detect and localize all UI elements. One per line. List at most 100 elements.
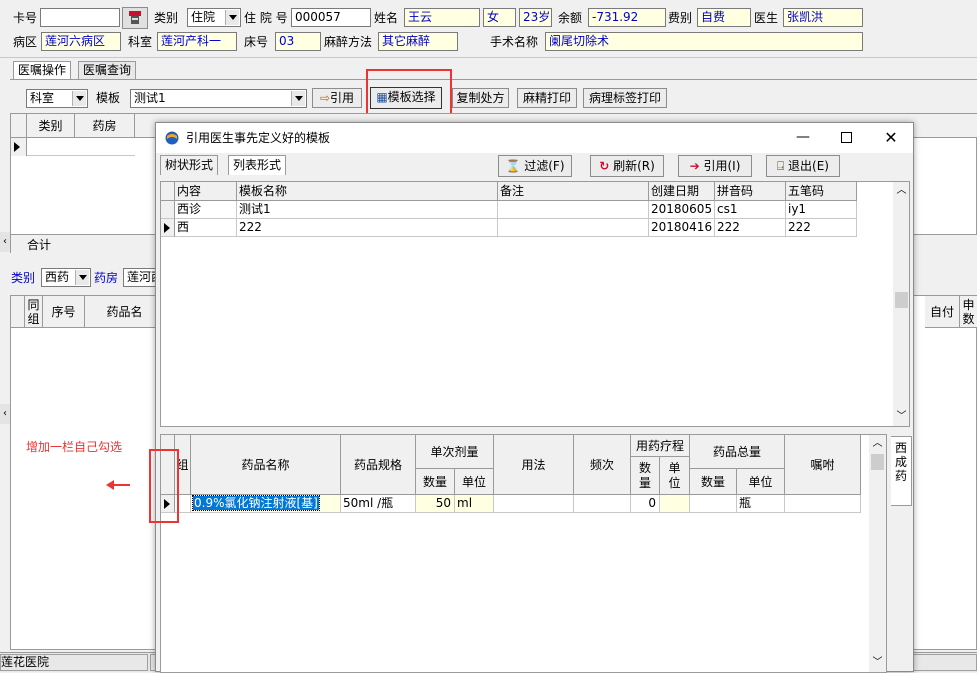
lower-type-value: 西药 xyxy=(45,270,70,284)
drug-header-frequency: 频次 xyxy=(574,435,631,495)
table-row-marker xyxy=(161,219,175,237)
upper-grid-header: 药房 xyxy=(75,114,135,138)
splitter-left[interactable]: ‹ xyxy=(0,232,10,252)
cite-button[interactable]: ⇨引用 xyxy=(312,88,362,108)
total-qty-cell[interactable] xyxy=(690,495,737,513)
table-row[interactable]: 20180605 xyxy=(649,201,715,219)
note-cell[interactable] xyxy=(785,495,861,513)
fee-field: 自费 xyxy=(697,8,751,27)
chevron-down-icon: ﹀ xyxy=(896,411,907,422)
course-unit-cell[interactable] xyxy=(660,495,690,513)
dose-qty-cell[interactable]: 50 xyxy=(416,495,455,513)
drug-header-course-unit: 单位 xyxy=(660,457,690,495)
chevron-down-icon: ﹀ xyxy=(872,657,883,668)
balance-label: 余额 xyxy=(558,11,583,25)
card-label: 卡号 xyxy=(13,11,38,25)
pathology-label-print-button[interactable]: 病理标签打印 xyxy=(583,88,667,108)
lower-grid-header-group: 同组 xyxy=(25,296,43,328)
copy-prescription-button[interactable]: 复制处方 xyxy=(452,88,509,108)
highlight-box xyxy=(366,69,452,116)
drug-header-usage: 用法 xyxy=(494,435,574,495)
table-row[interactable]: 测试1 xyxy=(237,201,498,219)
maximize-button[interactable] xyxy=(825,123,869,153)
table-row[interactable]: 西诊 xyxy=(175,201,237,219)
scope-select[interactable]: 科室 xyxy=(26,89,88,108)
type-label: 类别 xyxy=(154,11,179,25)
chevron-down-icon xyxy=(291,91,305,106)
drug-list-scrollbar[interactable]: ︿ ﹀ xyxy=(869,435,886,672)
lower-grid-header-self-pay: 自付 xyxy=(925,296,960,328)
drug-name-cell[interactable]: 0.9%氯化钠注射液[基] xyxy=(191,495,341,513)
drug-header-total-qty: 数量 xyxy=(690,469,737,495)
drug-spec-cell[interactable]: 50ml /瓶 xyxy=(341,495,416,513)
app-icon xyxy=(165,131,179,145)
balance-field: -731.92 xyxy=(588,8,666,27)
ward-label: 病区 xyxy=(13,35,38,49)
template-label: 模板 xyxy=(96,91,121,105)
tab-strip-line xyxy=(10,79,977,80)
anesthesia-print-button[interactable]: 麻精打印 xyxy=(517,88,577,108)
table-row[interactable]: 222 xyxy=(786,219,857,237)
close-button[interactable]: ✕ xyxy=(869,123,913,153)
template-list-scrollbar[interactable]: ︿ ﹀ xyxy=(893,182,909,426)
lower-type-select[interactable]: 西药 xyxy=(41,268,91,287)
filter-button[interactable]: ⌛ 过滤(F) xyxy=(498,155,572,177)
hourglass-icon: ⌛ xyxy=(505,159,521,173)
chevron-down-icon xyxy=(225,10,239,25)
inpatient-no-field[interactable]: 000057 xyxy=(291,8,371,27)
scroll-thumb[interactable] xyxy=(871,454,884,470)
type-select[interactable]: 住院 xyxy=(187,8,241,27)
total-unit-cell[interactable]: 瓶 xyxy=(737,495,785,513)
row-marker xyxy=(11,138,27,156)
table-row[interactable]: 222 xyxy=(237,219,498,237)
scroll-thumb[interactable] xyxy=(895,292,908,308)
frequency-cell[interactable] xyxy=(574,495,631,513)
chevron-down-icon xyxy=(75,270,89,285)
usage-cell[interactable] xyxy=(494,495,574,513)
inpatient-label: 住 院 号 xyxy=(244,11,288,25)
dialog-cite-button[interactable]: ➔ 引用(I) xyxy=(678,155,752,177)
dialog-titlebar[interactable]: 引用医生事先定义好的模板 — ✕ xyxy=(156,123,913,153)
table-row[interactable]: iy1 xyxy=(786,201,857,219)
tab-tree-view[interactable]: 树状形式 xyxy=(160,155,219,175)
template-header-remark: 备注 xyxy=(498,182,649,201)
tab-list-view[interactable]: 列表形式 xyxy=(228,155,287,175)
table-row[interactable] xyxy=(498,219,649,237)
lower-grid-corner xyxy=(11,296,25,328)
dose-unit-cell[interactable]: ml xyxy=(455,495,494,513)
upper-grid-corner xyxy=(11,114,27,138)
drug-header-course: 用药疗程 xyxy=(631,435,690,457)
template-select[interactable]: 测试1 xyxy=(130,89,307,108)
fee-label: 费别 xyxy=(668,11,693,25)
table-row[interactable]: 西 xyxy=(175,219,237,237)
drug-header-total: 药品总量 xyxy=(690,435,785,469)
tab-order-query[interactable]: 医嘱查询 xyxy=(78,61,137,79)
table-row[interactable]: 20180416 xyxy=(649,219,715,237)
table-row-marker xyxy=(161,201,175,219)
splitter-left-lower[interactable]: ‹ xyxy=(0,404,10,424)
upper-grid-row[interactable] xyxy=(27,138,135,156)
card-input[interactable] xyxy=(40,8,120,27)
exit-button[interactable]: ⍈ 退出(E) xyxy=(766,155,840,177)
drug-header-spec: 药品规格 xyxy=(341,435,416,495)
cite-icon: ➔ xyxy=(689,159,700,173)
gender-field: 女 xyxy=(483,8,516,27)
drug-header-course-qty: 数量 xyxy=(631,457,660,495)
drug-header-total-unit: 单位 xyxy=(737,469,785,495)
table-row[interactable]: cs1 xyxy=(715,201,786,219)
course-qty-cell[interactable]: 0 xyxy=(631,495,660,513)
cite-icon: ⇨ xyxy=(319,91,331,105)
template-select-value: 测试1 xyxy=(134,91,166,105)
doctor-field: 张凯洪 xyxy=(783,8,863,27)
template-header-wubi: 五笔码 xyxy=(786,182,857,201)
template-header-pinyin: 拼音码 xyxy=(715,182,786,201)
minimize-button[interactable]: — xyxy=(781,123,825,153)
card-reader-button[interactable] xyxy=(122,7,148,29)
side-tab-western-medicine[interactable]: 西成药 xyxy=(891,436,912,506)
tab-order-operation[interactable]: 医嘱操作 xyxy=(13,61,72,79)
refresh-button[interactable]: ↻ 刷新(R) xyxy=(590,155,664,177)
dialog-title: 引用医生事先定义好的模板 xyxy=(186,131,331,145)
lower-pharmacy-field[interactable]: 莲河西 xyxy=(123,268,159,287)
table-row[interactable] xyxy=(498,201,649,219)
table-row[interactable]: 222 xyxy=(715,219,786,237)
